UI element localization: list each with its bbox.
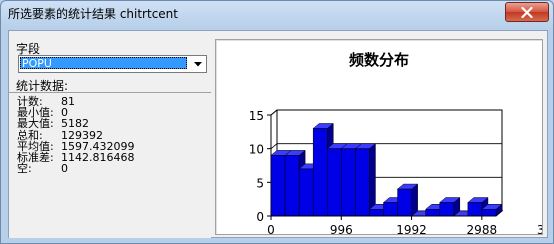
histogram-bar [355, 148, 370, 217]
title-bar[interactable]: 所选要素的统计结果 chitrtcent [1, 1, 553, 25]
client-area: 字段 POPU 统计数据: 计数: 81 最小值: 0 最大值: 5182 总和: 12939… [8, 30, 548, 238]
histogram-bar [425, 209, 440, 217]
x-tick-label: 2988 [467, 223, 498, 234]
histogram-panel: 频数分布05101509961992298839844980 [215, 39, 543, 235]
x-tick-label: 996 [330, 223, 353, 234]
histogram-bar [341, 148, 356, 217]
histogram-bar [481, 209, 497, 217]
histogram-bar [298, 168, 314, 217]
histogram-bar [383, 202, 398, 217]
window-title: 所选要素的统计结果 chitrtcent [8, 7, 178, 21]
x-tick-label: 0 [267, 223, 275, 234]
y-tick-label: 0 [256, 210, 264, 224]
histogram-bar [369, 209, 384, 217]
histogram-bar [327, 148, 342, 217]
stat-row: 空: 0 [17, 163, 134, 174]
stat-value: 0 [61, 162, 68, 176]
histogram-bar [270, 155, 286, 217]
left-panel: 字段 POPU 统计数据: 计数: 81 最小值: 0 最大值: 5182 总和: 12939… [9, 31, 211, 238]
stats-box: 计数: 81 最小值: 0 最大值: 5182 总和: 129392 平均值: 1597.4320… [9, 92, 211, 238]
field-dropdown-value: POPU [20, 57, 187, 70]
stat-name: 空: [17, 162, 32, 176]
y-tick-label: 5 [256, 176, 264, 190]
y-tick-label: 10 [249, 143, 264, 157]
stats-list: 计数: 81 最小值: 0 最大值: 5182 总和: 129392 平均值: 1597.4320… [17, 96, 134, 175]
y-tick-label: 15 [249, 109, 264, 123]
stat-value: 5182 [61, 117, 89, 131]
y-axis-top [270, 109, 278, 116]
histogram-bar [467, 202, 483, 217]
stat-row: 标准差: 1142.816468 [17, 152, 134, 163]
histogram-bar-side [411, 183, 418, 217]
stat-name: 最大值: [17, 117, 54, 131]
close-button[interactable] [505, 2, 549, 22]
stat-row: 最大值: 5182 [17, 118, 134, 129]
x-tick-label: 3984 [537, 223, 542, 234]
histogram-bar [439, 202, 455, 217]
histogram-bar [312, 128, 328, 217]
x-tick-label: 1992 [396, 223, 427, 234]
histogram-bar [397, 188, 412, 217]
histogram-chart: 频数分布05101509961992298839844980 [249, 51, 542, 234]
gridline-side [270, 143, 278, 149]
stat-value: 1142.816468 [61, 151, 135, 165]
field-dropdown[interactable]: POPU [18, 55, 207, 73]
statistics-window: 所选要素的统计结果 chitrtcent 字段 POPU 统计数据: 计数: 81… [0, 0, 554, 244]
histogram-bar [284, 155, 300, 217]
close-icon [521, 6, 533, 18]
chart-title: 频数分布 [349, 51, 409, 69]
chevron-down-icon[interactable] [191, 57, 205, 71]
